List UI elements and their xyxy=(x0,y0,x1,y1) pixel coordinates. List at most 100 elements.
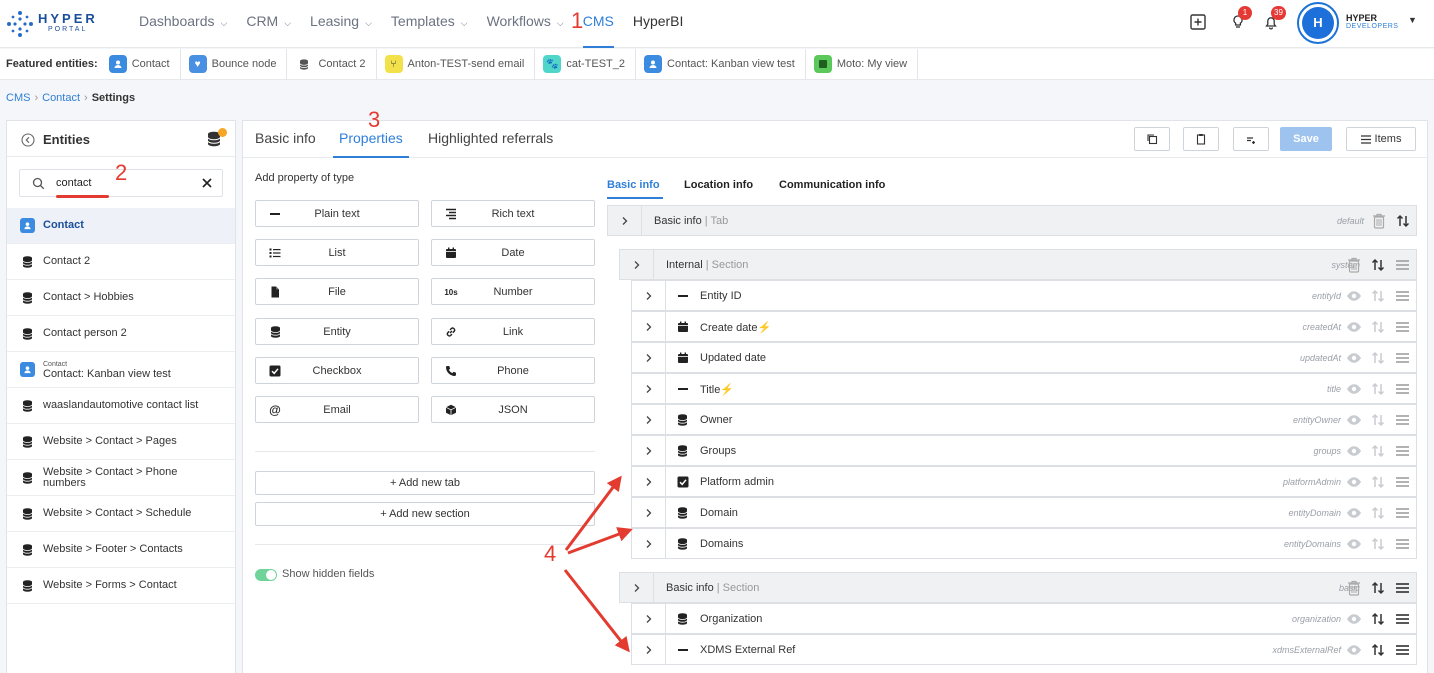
drag-handle-icon[interactable] xyxy=(1394,350,1410,366)
trash-icon[interactable] xyxy=(1346,257,1362,273)
property-type-checkbox-button[interactable]: Checkbox xyxy=(255,356,419,384)
copy-button[interactable] xyxy=(1134,127,1170,151)
featured-contact[interactable]: Contact xyxy=(108,48,181,80)
entity-item-website-contact-schedule[interactable]: Website > Contact > Schedule xyxy=(7,496,235,532)
featured-contact-kanban[interactable]: Contact: Kanban view test xyxy=(644,48,806,80)
chevron-right-icon[interactable] xyxy=(620,573,654,602)
property-type-link-button[interactable]: Link xyxy=(431,317,595,345)
nav-cms[interactable]: CMS xyxy=(582,0,614,48)
tree-section-system[interactable]: Internal | Section system xyxy=(619,249,1417,280)
eye-icon[interactable] xyxy=(1346,412,1362,428)
entity-item-waasland[interactable]: waaslandautomotive contact list xyxy=(7,388,235,424)
eye-icon[interactable] xyxy=(1346,288,1362,304)
trash-icon[interactable] xyxy=(1371,213,1387,229)
drag-handle-icon[interactable] xyxy=(1394,642,1410,658)
tree-field-entityOwner[interactable]: Owner entityOwner xyxy=(631,404,1417,435)
tree-section-basic[interactable]: Basic info | Section basic xyxy=(619,572,1417,603)
sort-icon[interactable] xyxy=(1370,257,1386,273)
subtab-basic-info[interactable]: Basic info xyxy=(607,179,660,191)
add-square-icon[interactable] xyxy=(1189,13,1207,31)
drag-handle-icon[interactable] xyxy=(1394,319,1410,335)
nav-dashboards[interactable]: Dashboards ⌵ xyxy=(139,0,227,48)
subtab-location-info[interactable]: Location info xyxy=(684,179,753,191)
chevron-right-icon[interactable] xyxy=(632,604,666,633)
entity-item-contact-person-2[interactable]: Contact person 2 xyxy=(7,316,235,352)
sort-icon[interactable] xyxy=(1395,213,1411,229)
entity-item-website-forms-contact[interactable]: Website > Forms > Contact xyxy=(7,568,235,604)
eye-icon[interactable] xyxy=(1346,642,1362,658)
bell-icon[interactable]: 39 xyxy=(1262,6,1286,31)
drag-handle-icon[interactable] xyxy=(1394,611,1410,627)
sort-icon[interactable] xyxy=(1370,288,1386,304)
breadcrumb-cms[interactable]: CMS xyxy=(6,92,30,104)
featured-bounce-node[interactable]: ♥ Bounce node xyxy=(188,48,288,80)
tree-field-updatedAt[interactable]: Updated date updatedAt xyxy=(631,342,1417,373)
eye-icon[interactable] xyxy=(1346,611,1362,627)
breadcrumb-contact[interactable]: Contact xyxy=(42,92,80,104)
eye-icon[interactable] xyxy=(1346,505,1362,521)
chevron-right-icon[interactable] xyxy=(632,529,666,558)
featured-cat-test[interactable]: 🐾 cat-TEST_2 xyxy=(543,48,637,80)
sort-icon[interactable] xyxy=(1370,580,1386,596)
property-type-email-button[interactable]: @ Email xyxy=(255,396,419,423)
chevron-right-icon[interactable] xyxy=(632,405,666,434)
property-type-json-button[interactable]: JSON xyxy=(431,396,595,423)
add-new-tab-button[interactable]: + Add new tab xyxy=(255,471,595,495)
sort-icon[interactable] xyxy=(1370,474,1386,490)
save-button[interactable]: Save xyxy=(1280,127,1332,151)
trash-icon[interactable] xyxy=(1346,580,1362,596)
entity-item-website-footer-contacts[interactable]: Website > Footer > Contacts xyxy=(7,532,235,568)
subtab-communication-info[interactable]: Communication info xyxy=(779,179,885,191)
tree-field-platformAdmin[interactable]: Platform admin platformAdmin xyxy=(631,466,1417,497)
drag-handle-icon[interactable] xyxy=(1394,580,1410,596)
property-type-phone-button[interactable]: Phone xyxy=(431,356,595,384)
property-type-plain-text-button[interactable]: Plain text xyxy=(255,200,419,227)
user-name[interactable]: HYPER xyxy=(1346,13,1377,23)
tree-field-organization[interactable]: Organization organization xyxy=(631,603,1417,634)
nav-hyperbi[interactable]: HyperBI xyxy=(633,0,684,48)
drag-handle-icon[interactable] xyxy=(1394,474,1410,490)
lightbulb-icon[interactable]: 1 xyxy=(1229,6,1252,31)
eye-icon[interactable] xyxy=(1346,319,1362,335)
tab-basic-info[interactable]: Basic info xyxy=(255,130,316,146)
featured-anton-test[interactable]: ⑂ Anton-TEST-send email xyxy=(384,48,536,80)
chevron-right-icon[interactable] xyxy=(608,206,642,235)
tree-field-entityDomain[interactable]: Domain entityDomain xyxy=(631,497,1417,528)
caret-down-icon[interactable]: ▼ xyxy=(1408,15,1417,25)
property-type-rich-text-button[interactable]: Rich text xyxy=(431,200,595,227)
tree-field-title[interactable]: Title⚡ title xyxy=(631,373,1417,404)
sort-icon[interactable] xyxy=(1370,611,1386,627)
nav-crm[interactable]: CRM ⌵ xyxy=(246,0,291,48)
drag-handle-icon[interactable] xyxy=(1394,536,1410,552)
entity-item-contact-2[interactable]: Contact 2 xyxy=(7,244,235,280)
close-icon[interactable] xyxy=(200,176,214,190)
drag-handle-icon[interactable] xyxy=(1394,381,1410,397)
eye-icon[interactable] xyxy=(1346,350,1362,366)
export-button[interactable] xyxy=(1233,127,1269,151)
eye-icon[interactable] xyxy=(1346,536,1362,552)
eye-icon[interactable] xyxy=(1346,443,1362,459)
sort-icon[interactable] xyxy=(1370,350,1386,366)
sort-icon[interactable] xyxy=(1370,381,1386,397)
chevron-right-icon[interactable] xyxy=(632,467,666,496)
tree-field-entityDomains[interactable]: Domains entityDomains xyxy=(631,528,1417,559)
user-avatar[interactable]: H xyxy=(1297,2,1339,44)
sort-icon[interactable] xyxy=(1370,505,1386,521)
entity-item-website-contact-phone[interactable]: Website > Contact > Phone numbers xyxy=(7,460,235,496)
property-type-date-button[interactable]: Date xyxy=(431,239,595,267)
property-type-list-button[interactable]: List xyxy=(255,239,419,267)
add-new-section-button[interactable]: + Add new section xyxy=(255,502,595,526)
entity-item-contact-hobbies[interactable]: Contact > Hobbies xyxy=(7,280,235,316)
property-type-number-button[interactable]: 10s Number xyxy=(431,278,595,306)
entity-item-contact[interactable]: Contact xyxy=(7,208,235,244)
sort-icon[interactable] xyxy=(1370,536,1386,552)
property-type-file-button[interactable]: File xyxy=(255,278,419,306)
featured-contact-2[interactable]: Contact 2 xyxy=(295,48,377,80)
drag-handle-icon[interactable] xyxy=(1394,257,1410,273)
chevron-right-icon[interactable] xyxy=(632,436,666,465)
chevron-right-icon[interactable] xyxy=(632,312,666,341)
sort-icon[interactable] xyxy=(1370,642,1386,658)
drag-handle-icon[interactable] xyxy=(1394,412,1410,428)
eye-icon[interactable] xyxy=(1346,474,1362,490)
show-hidden-toggle[interactable] xyxy=(255,569,277,581)
